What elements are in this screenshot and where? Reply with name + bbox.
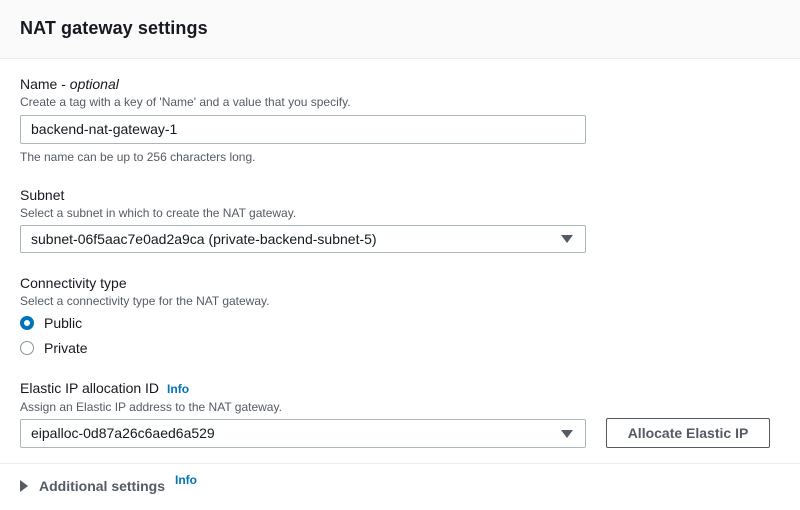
eip-info-link[interactable]: Info — [167, 382, 189, 396]
subnet-description: Select a subnet in which to create the N… — [20, 206, 297, 220]
name-input[interactable]: backend-nat-gateway-1 — [20, 115, 586, 144]
name-field-group: Name - optional Create a tag with a key … — [20, 76, 351, 110]
name-label: Name - optional — [20, 76, 351, 93]
subnet-selected-value: subnet-06f5aac7e0ad2a9ca (private-backen… — [31, 231, 377, 247]
name-description: Create a tag with a key of 'Name' and a … — [20, 95, 351, 109]
subnet-field-group: Subnet Select a subnet in which to creat… — [20, 187, 296, 221]
radio-unchecked-icon[interactable] — [20, 341, 34, 355]
radio-checked-icon[interactable] — [20, 316, 34, 330]
radio-public[interactable]: Public — [20, 313, 82, 333]
eip-label: Elastic IP allocation ID Info — [20, 380, 282, 398]
allocate-elastic-ip-button[interactable]: Allocate Elastic IP — [606, 418, 770, 448]
additional-settings-label: Additional settings — [39, 478, 165, 494]
radio-private[interactable]: Private — [20, 338, 88, 358]
caret-down-icon — [561, 235, 573, 243]
divider — [0, 463, 800, 464]
subnet-select[interactable]: subnet-06f5aac7e0ad2a9ca (private-backen… — [20, 225, 586, 253]
section-title: NAT gateway settings — [20, 18, 208, 38]
eip-description: Assign an Elastic IP address to the NAT … — [20, 400, 282, 414]
caret-down-icon — [561, 430, 573, 438]
eip-field-group: Elastic IP allocation ID Info Assign an E… — [20, 380, 282, 415]
eip-selected-value: eipalloc-0d87a26c6aed6a529 — [31, 425, 215, 441]
radio-public-label: Public — [44, 315, 83, 331]
subnet-label: Subnet — [20, 187, 65, 203]
eip-label-text: Elastic IP allocation ID — [20, 380, 160, 396]
connectivity-description: Select a connectivity type for the NAT g… — [20, 294, 270, 308]
name-label-text: Name - — [20, 76, 70, 92]
radio-private-label: Private — [44, 340, 88, 356]
name-constraint: The name can be up to 256 characters lon… — [20, 150, 256, 164]
connectivity-label: Connectivity type — [20, 275, 127, 291]
additional-settings-expander[interactable]: Additional settings Info — [20, 473, 197, 494]
optional-tag: optional — [69, 76, 119, 92]
additional-info-link[interactable]: Info — [175, 473, 197, 487]
connectivity-field-group: Connectivity type Select a connectivity … — [20, 275, 269, 309]
eip-select[interactable]: eipalloc-0d87a26c6aed6a529 — [20, 419, 586, 448]
caret-right-icon — [20, 480, 28, 492]
section-header: NAT gateway settings — [0, 0, 800, 59]
